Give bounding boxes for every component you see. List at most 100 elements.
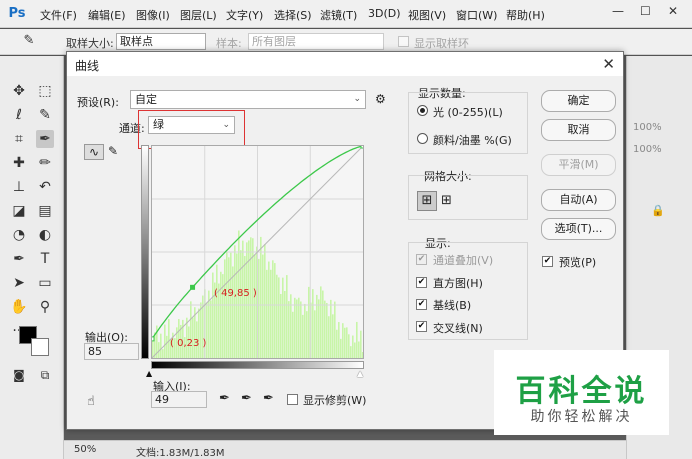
black-point-slider[interactable]: ▲	[146, 369, 152, 378]
gradient-tool-icon[interactable]: ▤	[36, 202, 54, 220]
zoom-tool-icon[interactable]: ⚲	[36, 298, 54, 316]
menu-window[interactable]: 窗口(W)	[456, 7, 497, 23]
stamp-tool-icon[interactable]: ⊥	[10, 178, 28, 196]
path-select-tool-icon[interactable]: ➤	[10, 274, 28, 292]
quick-mask-icon[interactable]: ◙	[10, 366, 28, 384]
target-adjust-hand-icon[interactable]: ☝	[87, 394, 95, 409]
input-field[interactable]: 49	[151, 391, 207, 408]
cancel-button[interactable]: 取消	[541, 119, 616, 141]
show-clipping-checkbox[interactable]	[287, 394, 298, 405]
preview-checkbox[interactable]: ✔	[542, 256, 553, 267]
baseline-checkbox[interactable]: ✔	[416, 299, 427, 310]
photoshop-logo: Ps	[8, 6, 26, 21]
minimize-button[interactable]: —	[612, 4, 624, 18]
pigment-radio[interactable]	[417, 133, 428, 144]
histogram-bar	[342, 323, 344, 358]
histogram-bar	[246, 242, 248, 358]
show-ring-checkbox[interactable]	[398, 36, 409, 47]
histogram-bar	[268, 261, 270, 358]
eraser-tool-icon[interactable]: ◪	[10, 202, 28, 220]
gray-eyedropper-icon[interactable]: ✒	[241, 391, 252, 406]
curve-control-point[interactable]	[149, 336, 155, 342]
options-button[interactable]: 选项(T)...	[541, 218, 616, 240]
brush-tool-icon[interactable]: ✏	[36, 154, 54, 172]
auto-button[interactable]: 自动(A)	[541, 189, 616, 211]
menu-help[interactable]: 帮助(H)	[506, 7, 545, 23]
dialog-title: 曲线	[75, 59, 100, 73]
simple-grid-icon[interactable]: ⊞	[417, 191, 437, 211]
type-tool-icon[interactable]: T	[36, 250, 54, 268]
lasso-tool-icon[interactable]: ℓ	[10, 106, 28, 124]
histogram-bar	[346, 327, 348, 358]
menu-layer[interactable]: 图层(L)	[180, 7, 217, 23]
white-point-slider[interactable]: ▲	[357, 369, 363, 378]
smooth-button[interactable]: 平滑(M)	[541, 154, 616, 176]
intersection-checkbox[interactable]: ✔	[416, 321, 427, 332]
history-brush-tool-icon[interactable]: ↶	[36, 178, 54, 196]
marquee-tool-icon[interactable]: ⬚	[36, 82, 54, 100]
histogram-bar	[306, 311, 308, 358]
preset-options-gear-icon[interactable]: ⚙	[375, 92, 386, 106]
histogram-bar	[316, 294, 318, 358]
menu-bar: Ps 文件(F) 编辑(E) 图像(I) 图层(L) 文字(Y) 选择(S) 滤…	[0, 0, 692, 28]
crop-tool-icon[interactable]: ⌗	[10, 130, 28, 148]
curve-control-point[interactable]	[360, 143, 366, 149]
histogram-bar	[274, 263, 276, 358]
watermark-sub: 助你轻松解决	[530, 409, 633, 425]
histogram-bar	[286, 275, 288, 358]
white-eyedropper-icon[interactable]: ✒	[263, 391, 274, 406]
move-tool-icon[interactable]: ✥	[10, 82, 28, 100]
fill-value: 100%	[633, 144, 662, 155]
dialog-close-button[interactable]: ✕	[602, 55, 615, 73]
histogram-bar	[318, 299, 320, 358]
histogram-checkbox[interactable]: ✔	[416, 277, 427, 288]
background-color-swatch[interactable]	[31, 338, 49, 356]
histogram-bar	[272, 260, 274, 358]
curve-control-point[interactable]	[190, 284, 196, 290]
preset-select[interactable]: 自定 ⌄	[130, 90, 366, 109]
curve-edit-icon[interactable]: ∿	[84, 144, 104, 160]
histogram-bar	[336, 329, 338, 358]
detailed-grid-icon[interactable]: ⊞	[441, 193, 452, 208]
eyedropper-tool-icon[interactable]: ✒	[36, 130, 54, 148]
maximize-button[interactable]: ☐	[640, 4, 651, 18]
histogram-bar	[166, 335, 168, 358]
preset-label: 预设(R):	[77, 96, 119, 109]
histogram-bar	[220, 271, 222, 358]
histogram-bar	[228, 257, 230, 358]
input-value: 49	[155, 393, 169, 406]
watermark: 百科全说 助你轻松解决	[494, 350, 669, 435]
sample-select[interactable]: 所有图层	[248, 33, 384, 50]
window-close-button[interactable]: ✕	[668, 4, 678, 18]
menu-type[interactable]: 文字(Y)	[226, 7, 263, 23]
curve-graph[interactable]	[149, 143, 366, 359]
sample-size-select[interactable]: 取样点	[116, 33, 206, 50]
histogram-bar	[340, 338, 342, 358]
hand-tool-icon[interactable]: ✋	[10, 298, 28, 316]
quick-select-tool-icon[interactable]: ✎	[36, 106, 54, 124]
channel-overlays-checkbox[interactable]: ✔	[416, 254, 427, 265]
black-eyedropper-icon[interactable]: ✒	[219, 391, 230, 406]
blur-tool-icon[interactable]: ◔	[10, 226, 28, 244]
output-field[interactable]: 85	[84, 343, 139, 360]
ok-button[interactable]: 确定	[541, 90, 616, 112]
healing-tool-icon[interactable]: ✚	[10, 154, 28, 172]
menu-image[interactable]: 图像(I)	[136, 7, 170, 23]
lock-icon[interactable]: 🔒	[651, 204, 665, 217]
menu-select[interactable]: 选择(S)	[274, 7, 312, 23]
menu-view[interactable]: 视图(V)	[408, 7, 446, 23]
dodge-tool-icon[interactable]: ◐	[36, 226, 54, 244]
pencil-icon[interactable]: ✎	[108, 144, 118, 158]
menu-3d[interactable]: 3D(D)	[368, 7, 401, 20]
screen-mode-icon[interactable]: ⧉	[36, 366, 54, 384]
histogram-bar	[210, 300, 212, 358]
rectangle-tool-icon[interactable]: ▭	[36, 274, 54, 292]
light-radio[interactable]	[417, 105, 428, 116]
menu-file[interactable]: 文件(F)	[40, 7, 77, 23]
pen-tool-icon[interactable]: ✒	[10, 250, 28, 268]
menu-edit[interactable]: 编辑(E)	[88, 7, 126, 23]
menu-filter[interactable]: 滤镜(T)	[320, 7, 357, 23]
histogram-bar	[354, 342, 356, 358]
preview-label: 预览(P)	[559, 256, 597, 269]
eyedropper-tool-icon[interactable]: ✎	[20, 32, 38, 50]
